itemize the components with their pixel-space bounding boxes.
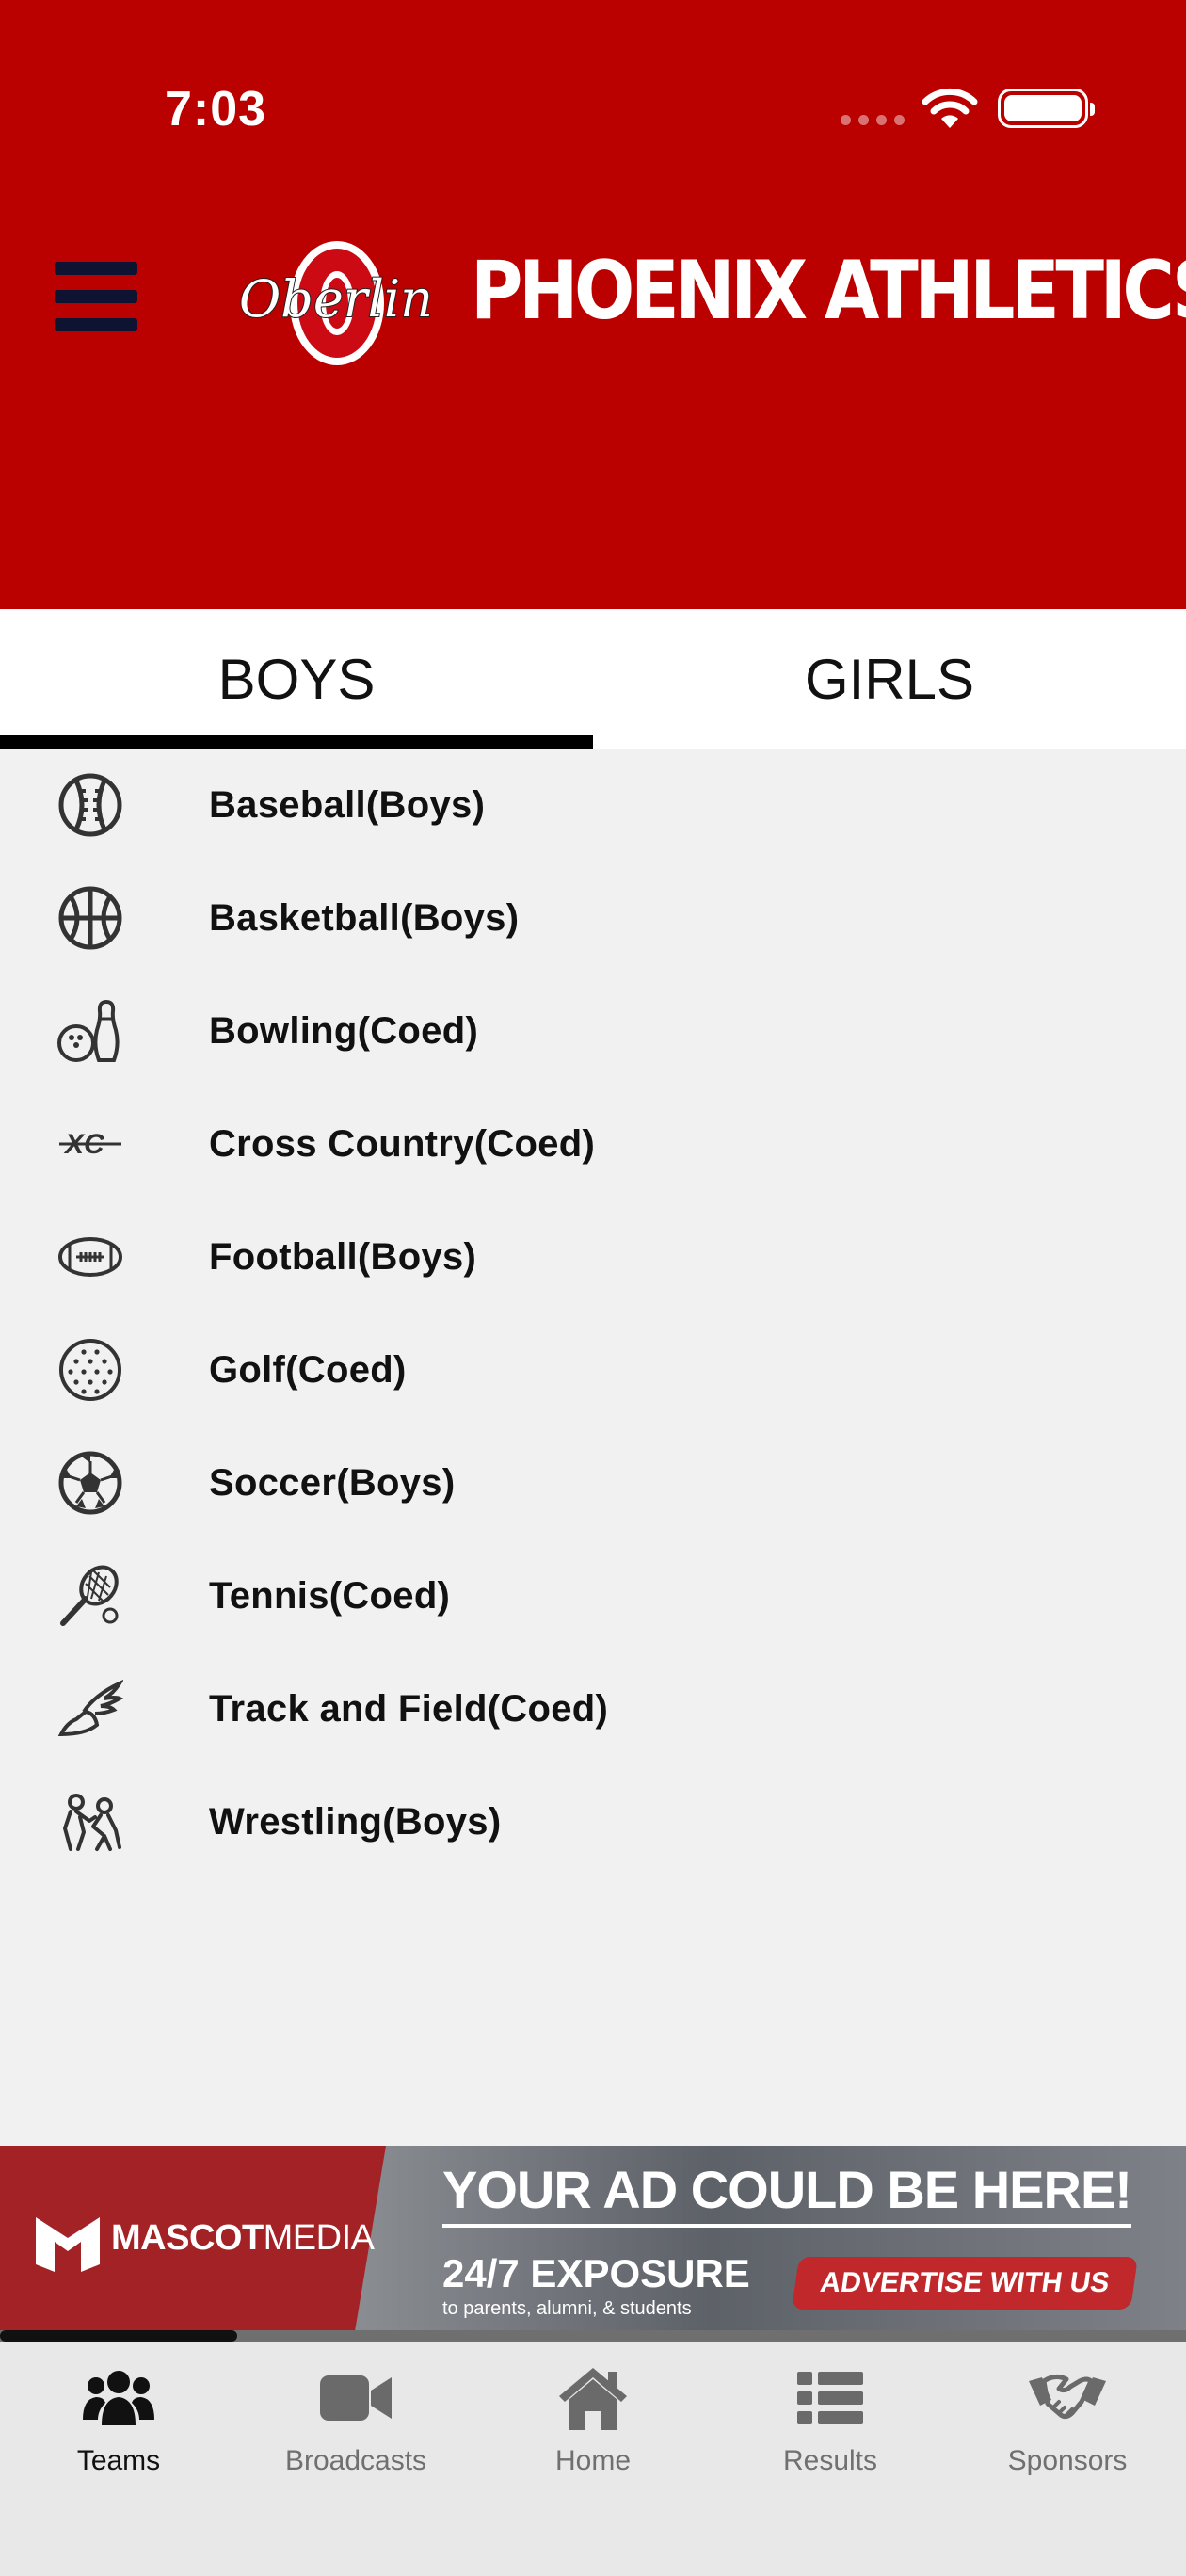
tab-girls[interactable]: GIRLS: [593, 609, 1186, 749]
ad-headline: YOUR AD COULD BE HERE!: [442, 2159, 1132, 2228]
sport-item-track-and-field[interactable]: Track and Field(Coed): [0, 1652, 1186, 1765]
hamburger-menu-button[interactable]: [55, 262, 137, 331]
tennis-icon: [56, 1562, 124, 1630]
cross-country-icon: XC: [56, 1110, 124, 1178]
sport-label: Bowling(Coed): [209, 1009, 479, 1052]
ad-brand-name: MASCOTMEDIA: [111, 2218, 375, 2258]
bottom-nav: Teams Broadcasts Home Results Sponsors: [0, 2342, 1186, 2576]
status-time: 7:03: [165, 82, 267, 137]
sports-list: Baseball(Boys) Basketball(Boys) Bowling(…: [0, 749, 1186, 1878]
wrestling-icon: [56, 1788, 124, 1856]
home-icon: [551, 2360, 635, 2436]
list-icon: [788, 2360, 873, 2436]
battery-icon: [998, 89, 1095, 128]
basketball-icon: [56, 884, 124, 952]
nav-label: Home: [554, 2445, 632, 2476]
sport-label: Football(Boys): [209, 1235, 477, 1278]
nav-label: Results: [782, 2445, 878, 2476]
app-header: 7:03 Oberlin PHOENIX ATHLETICS: [0, 0, 1186, 609]
nav-label: Teams: [76, 2445, 161, 2476]
sport-label: Cross Country(Coed): [209, 1122, 596, 1165]
nav-label: Broadcasts: [284, 2445, 427, 2476]
gender-tabs: BOYS GIRLS: [0, 609, 1186, 749]
nav-teams[interactable]: Teams: [0, 2342, 237, 2576]
logo-script-text: Oberlin: [239, 269, 433, 329]
ad-carousel-progress: [0, 2330, 1186, 2342]
bowling-icon: [56, 997, 124, 1065]
svg-text:XC: XC: [63, 1129, 105, 1160]
sport-item-bowling[interactable]: Bowling(Coed): [0, 974, 1186, 1087]
sport-label: Tennis(Coed): [209, 1574, 451, 1617]
baseball-icon: [56, 771, 124, 839]
sport-item-tennis[interactable]: Tennis(Coed): [0, 1539, 1186, 1652]
sport-label: Wrestling(Boys): [209, 1800, 502, 1843]
sport-item-football[interactable]: Football(Boys): [0, 1200, 1186, 1313]
golf-ball-icon: [56, 1336, 124, 1404]
sport-item-cross-country[interactable]: XC Cross Country(Coed): [0, 1087, 1186, 1200]
soccer-ball-icon: [56, 1449, 124, 1517]
sport-label: Soccer(Boys): [209, 1461, 456, 1504]
sport-item-soccer[interactable]: Soccer(Boys): [0, 1426, 1186, 1539]
mascot-media-logo-icon: [36, 2217, 100, 2272]
sport-item-basketball[interactable]: Basketball(Boys): [0, 861, 1186, 974]
sport-item-golf[interactable]: Golf(Coed): [0, 1313, 1186, 1426]
handshake-icon: [1025, 2360, 1110, 2436]
ad-subtext: to parents, alumni, & students: [442, 2298, 692, 2319]
nav-broadcasts[interactable]: Broadcasts: [237, 2342, 474, 2576]
nav-label: Sponsors: [1007, 2445, 1128, 2476]
video-camera-icon: [313, 2360, 398, 2436]
teams-icon: [76, 2360, 161, 2436]
app-title: PHOENIX ATHLETICS: [471, 244, 1186, 338]
nav-results[interactable]: Results: [712, 2342, 949, 2576]
football-icon: [56, 1223, 124, 1291]
advertise-with-us-button[interactable]: ADVERTISE WITH US: [792, 2257, 1138, 2310]
tab-boys[interactable]: BOYS: [0, 609, 593, 749]
sport-label: Track and Field(Coed): [209, 1687, 609, 1730]
winged-shoe-icon: [56, 1675, 124, 1743]
school-logo: Oberlin: [238, 241, 434, 365]
nav-home[interactable]: Home: [474, 2342, 712, 2576]
sport-label: Basketball(Boys): [209, 896, 520, 939]
sport-label: Golf(Coed): [209, 1348, 407, 1391]
sport-item-baseball[interactable]: Baseball(Boys): [0, 749, 1186, 861]
ad-carousel-progress-fill: [0, 2330, 237, 2342]
sport-label: Baseball(Boys): [209, 783, 486, 826]
ad-exposure: 24/7 EXPOSURE: [442, 2251, 750, 2295]
ad-banner[interactable]: MASCOTMEDIA YOUR AD COULD BE HERE! 24/7 …: [0, 2146, 1186, 2330]
wifi-icon: [922, 88, 978, 128]
sport-item-wrestling[interactable]: Wrestling(Boys): [0, 1765, 1186, 1878]
nav-sponsors[interactable]: Sponsors: [949, 2342, 1186, 2576]
signal-icon: [841, 115, 906, 126]
